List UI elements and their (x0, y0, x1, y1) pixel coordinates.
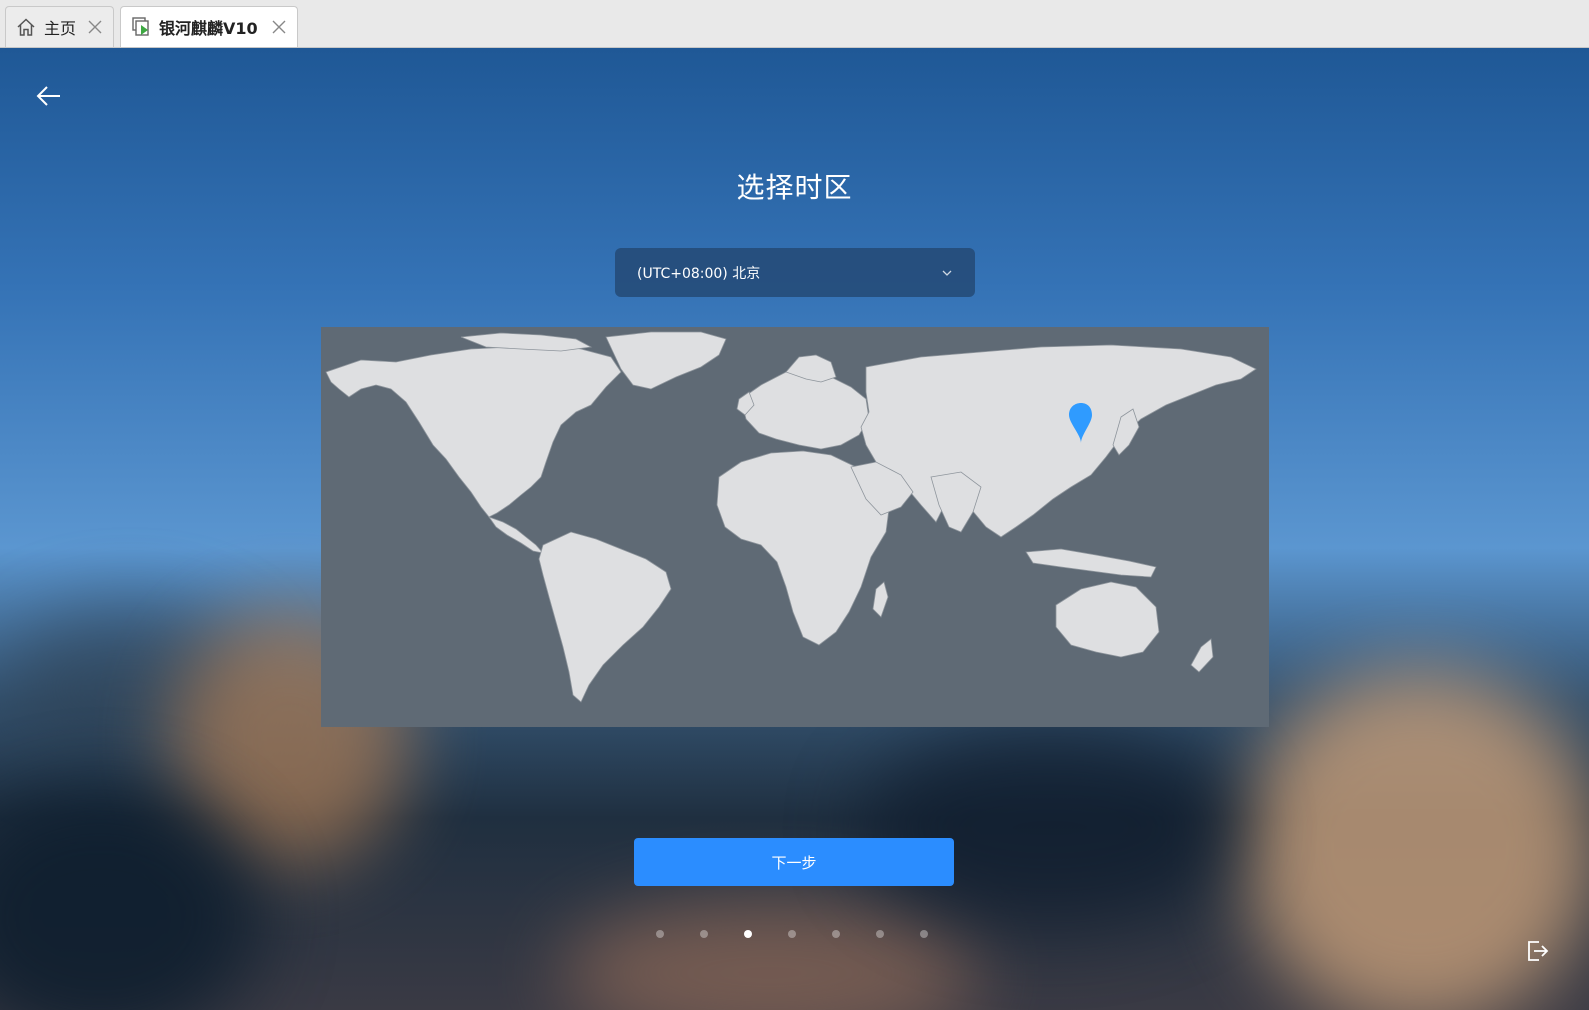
exit-icon[interactable] (1524, 938, 1550, 964)
background-blur (560, 898, 980, 1010)
tab-label: 银河麒麟V10 (159, 19, 258, 38)
land-europe (740, 366, 870, 450)
installer-screen: 选择时区 (UTC+08:00) 北京 下一步 (0, 48, 1589, 1010)
tab-home[interactable]: 主页 (5, 6, 114, 47)
tab-label: 主页 (44, 19, 77, 38)
land-greenland (605, 331, 727, 390)
close-icon[interactable] (87, 19, 103, 35)
vm-icon (131, 16, 153, 38)
tab-vm[interactable]: 银河麒麟V10 (120, 6, 298, 47)
land-central-america (487, 516, 545, 554)
land-madagascar (872, 581, 889, 618)
timezone-select[interactable]: (UTC+08:00) 北京 (615, 248, 975, 297)
step-dot (876, 930, 884, 938)
tab-bar: 主页 银河麒麟V10 (0, 0, 1589, 48)
close-icon[interactable] (271, 19, 287, 35)
land-australia (1055, 581, 1160, 658)
land-north-america (325, 344, 622, 518)
step-dot (920, 930, 928, 938)
land-asia (860, 344, 1257, 538)
step-dot-active (744, 930, 752, 938)
step-dot (788, 930, 796, 938)
land-new-zealand (1190, 638, 1214, 673)
world-map-svg (325, 331, 1257, 703)
step-dot (832, 930, 840, 938)
step-dot (656, 930, 664, 938)
next-button[interactable]: 下一步 (634, 838, 954, 886)
chevron-down-icon (941, 267, 953, 279)
land-india (930, 471, 982, 533)
land-south-america (538, 531, 672, 703)
land-indonesia (1025, 548, 1157, 578)
timezone-world-map[interactable] (321, 327, 1269, 727)
timezone-value: (UTC+08:00) 北京 (637, 265, 761, 282)
home-icon (16, 16, 38, 38)
step-dot (700, 930, 708, 938)
page-title: 选择时区 (736, 171, 853, 204)
back-arrow-icon[interactable] (34, 82, 64, 110)
background-blur (860, 728, 1240, 928)
